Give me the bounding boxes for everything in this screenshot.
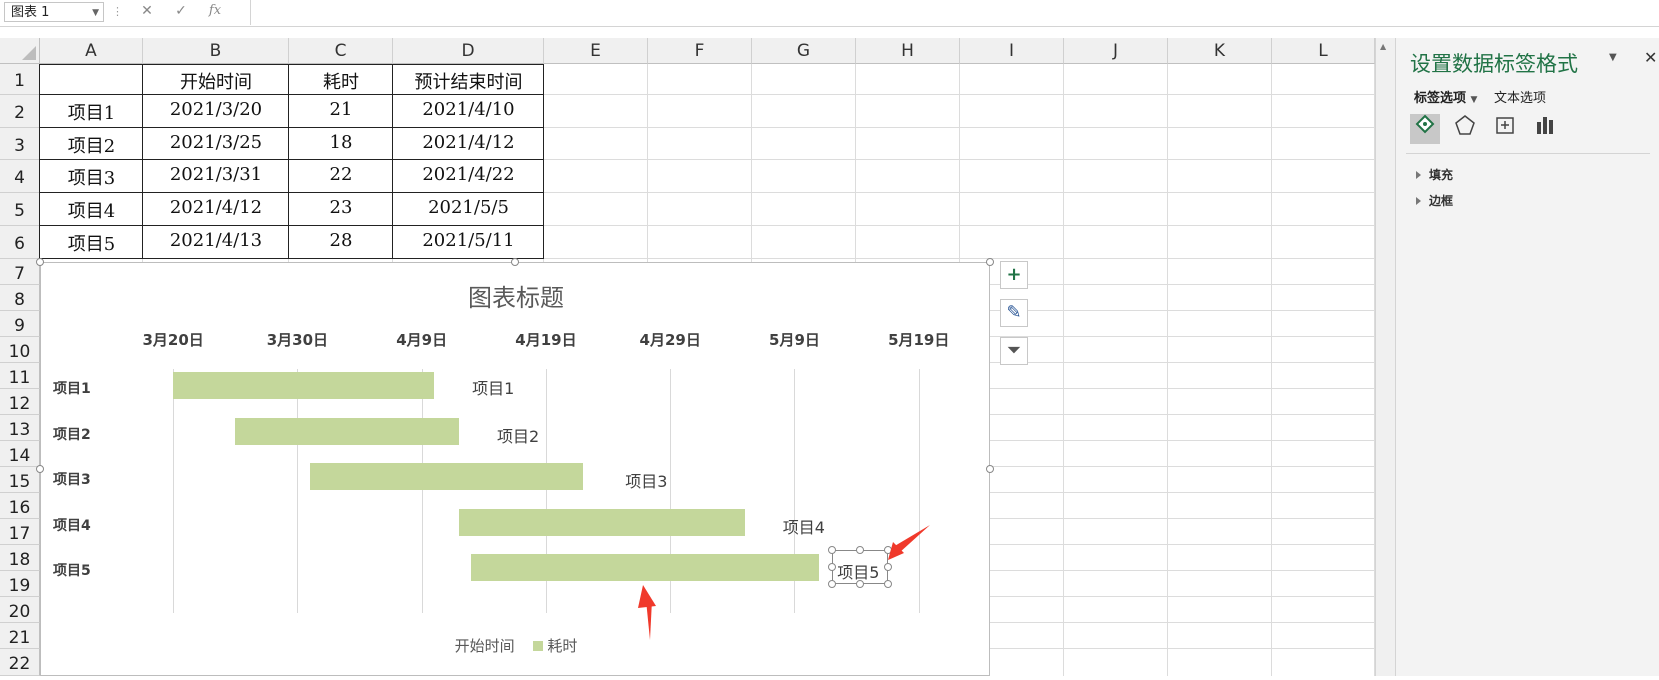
section-border[interactable]: 边框 — [1416, 192, 1453, 209]
section-border-label: 边框 — [1429, 194, 1454, 208]
expand-icon — [1416, 171, 1421, 179]
pane-title: 设置数据标签格式 — [1410, 52, 1578, 76]
expand-icon — [1416, 197, 1421, 205]
section-fill-label: 填充 — [1429, 168, 1454, 182]
section-fill[interactable]: 填充 — [1416, 166, 1453, 183]
arrow-head-bar — [638, 585, 656, 608]
chevron-down-icon: ▼ — [1470, 95, 1478, 105]
format-data-labels-pane: 设置数据标签格式 ▼ ✕ 标签选项 ▼ 文本选项 填充 边框 — [1395, 38, 1659, 676]
pentagon-icon[interactable] — [1450, 114, 1480, 144]
pane-options-chevron-icon[interactable]: ▼ — [1609, 52, 1617, 63]
fill-line-icon[interactable] — [1410, 114, 1440, 144]
tab-label-options-text: 标签选项 — [1414, 91, 1467, 106]
size-properties-icon[interactable] — [1490, 114, 1520, 144]
vertical-scrollbar[interactable]: ▲ — [1375, 38, 1395, 676]
pane-divider — [1406, 153, 1650, 154]
bar-chart-icon[interactable] — [1530, 114, 1560, 144]
tab-label-options[interactable]: 标签选项 ▼ — [1414, 87, 1477, 106]
close-icon[interactable]: ✕ — [1644, 48, 1657, 67]
tab-text-options[interactable]: 文本选项 — [1494, 87, 1546, 106]
